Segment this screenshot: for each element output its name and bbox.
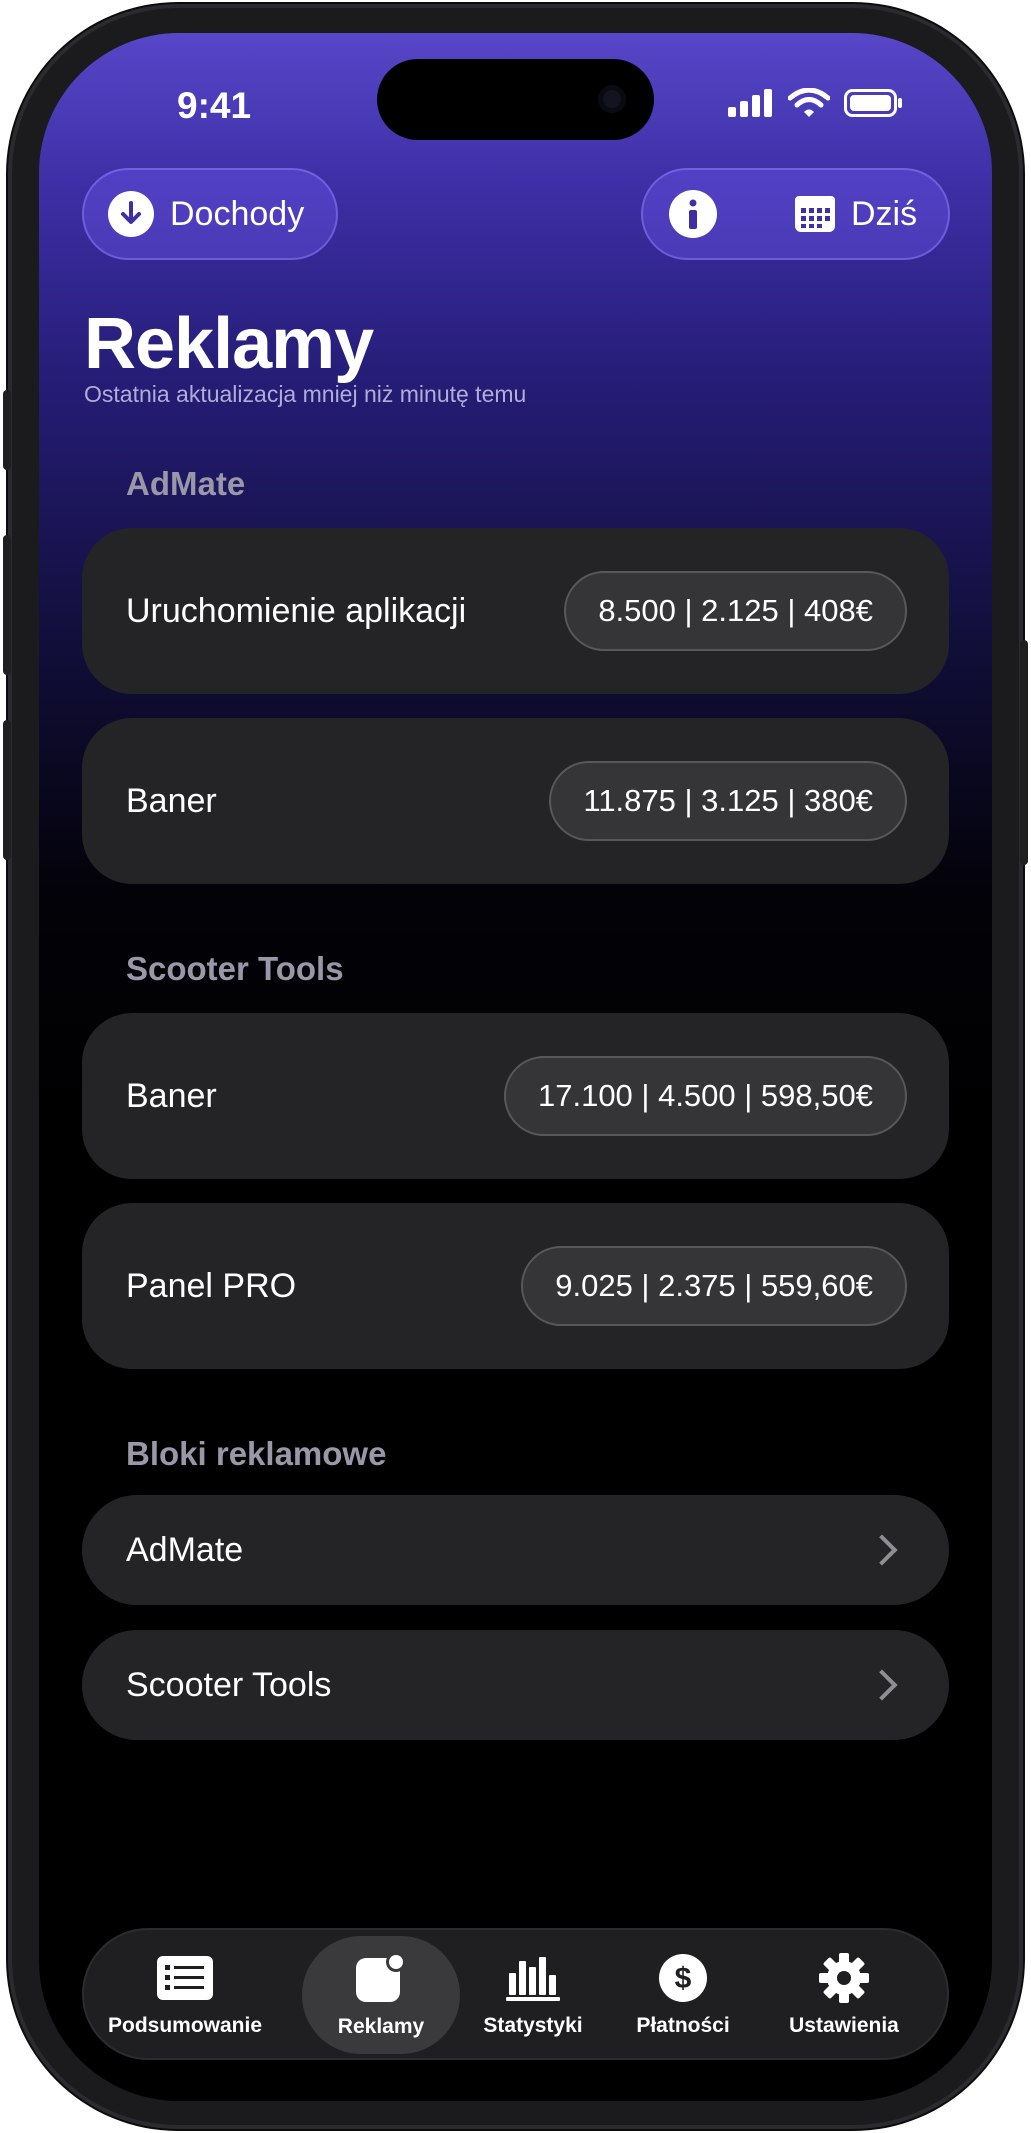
tab-label: Ustawienia [789, 2014, 899, 2037]
income-button[interactable]: Dochody [82, 168, 338, 260]
tab-statystyki[interactable]: Statystyki [468, 1930, 598, 2058]
wifi-icon [788, 88, 830, 117]
status-icons [728, 88, 904, 118]
ad-row-scooter-panel-pro[interactable]: Panel PRO 9.025 | 2.375 | 559,60€ [82, 1203, 949, 1369]
dollar-icon: $ [659, 1954, 707, 2002]
info-icon[interactable] [669, 190, 717, 238]
bar-chart-icon [506, 1957, 560, 2001]
stats-badge: 17.100 | 4.500 | 598,50€ [503, 1056, 907, 1136]
tab-label: Podsumowanie [107, 2014, 263, 2037]
section-title-scooter-tools: Scooter Tools [126, 950, 344, 987]
ad-row-label: Baner [126, 1076, 217, 1115]
camera-icon [598, 85, 626, 113]
signal-icon [728, 89, 772, 117]
income-button-label: Dochody [170, 194, 305, 233]
section-title-admate: AdMate [126, 465, 246, 502]
screen: 9:41 Dochody Dziś Reklamy Ostatnia aktua… [39, 33, 992, 2101]
ad-row-label: Panel PRO [126, 1266, 297, 1305]
power-button [1020, 640, 1028, 865]
ad-app-icon [356, 1952, 406, 2002]
volume-down-button [3, 720, 11, 860]
dynamic-island [377, 59, 654, 140]
ad-block-label: Scooter Tools [126, 1665, 332, 1704]
list-icon [157, 1956, 213, 2000]
calendar-icon [795, 196, 835, 232]
ad-row-label: Uruchomienie aplikacji [126, 591, 467, 630]
tab-bar: Podsumowanie Reklamy Statystyki $ Płatno… [82, 1928, 949, 2060]
svg-text:$: $ [675, 1962, 692, 1995]
download-arrow-icon [108, 191, 154, 237]
tab-label: Płatności [636, 2014, 730, 2037]
date-button-label: Dziś [851, 194, 918, 233]
header-actions: Dziś [641, 168, 950, 260]
stats-badge: 11.875 | 3.125 | 380€ [549, 761, 907, 841]
tab-ustawienia[interactable]: Ustawienia [764, 1930, 924, 2058]
tab-podsumowanie[interactable]: Podsumowanie [100, 1930, 270, 2058]
ad-row-admate-banner[interactable]: Baner 11.875 | 3.125 | 380€ [82, 718, 949, 884]
status-time: 9:41 [177, 85, 252, 126]
gear-icon [819, 1953, 869, 2003]
date-button[interactable]: Dziś [793, 194, 917, 234]
stats-badge: 9.025 | 2.375 | 559,60€ [521, 1246, 907, 1326]
ad-row-label: Baner [126, 781, 217, 820]
ad-row-admate-app-launch[interactable]: Uruchomienie aplikacji 8.500 | 2.125 | 4… [82, 528, 949, 694]
section-title-ad-blocks: Bloki reklamowe [126, 1435, 387, 1472]
tab-platnosci[interactable]: $ Płatności [618, 1930, 748, 2058]
mute-switch [3, 390, 11, 470]
chevron-right-icon [866, 1669, 898, 1701]
last-updated-text: Ostatnia aktualizacja mniej niż minutę t… [84, 381, 527, 407]
tab-label: Statystyki [483, 2014, 583, 2037]
chevron-right-icon [866, 1534, 898, 1566]
ad-block-link-admate[interactable]: AdMate [82, 1495, 949, 1605]
volume-up-button [3, 535, 11, 675]
tab-reklamy[interactable]: Reklamy [302, 1936, 460, 2054]
tab-label: Reklamy [337, 2015, 425, 2038]
battery-icon [844, 89, 902, 117]
stats-badge: 8.500 | 2.125 | 408€ [564, 571, 907, 651]
ad-block-link-scooter-tools[interactable]: Scooter Tools [82, 1630, 949, 1740]
ad-block-label: AdMate [126, 1530, 244, 1569]
page-title: Reklamy [84, 304, 374, 384]
ad-row-scooter-banner[interactable]: Baner 17.100 | 4.500 | 598,50€ [82, 1013, 949, 1179]
